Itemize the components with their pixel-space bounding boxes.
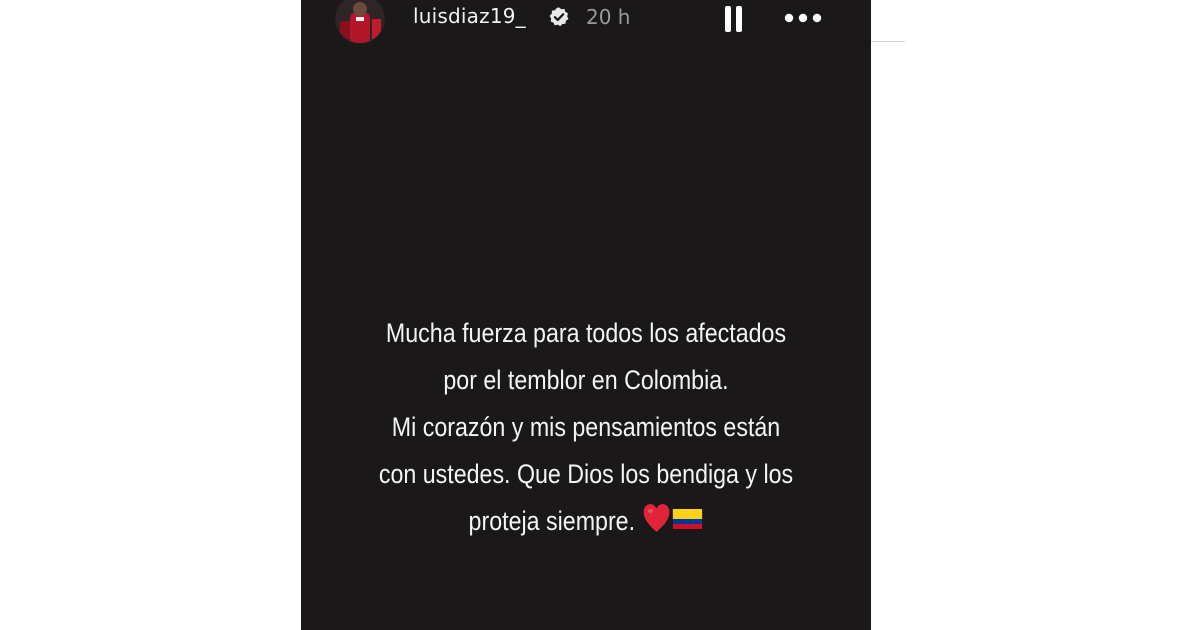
story-message: Mucha fuerza para todos los afectados po… bbox=[341, 310, 831, 545]
more-options-button[interactable] bbox=[781, 4, 827, 32]
page: luisdiaz19_ 20 h Mucha fuerza para todos… bbox=[0, 0, 1200, 630]
story-text-line: proteja siempre. bbox=[468, 506, 636, 536]
avatar-image bbox=[336, 0, 384, 43]
story-text-line: por el temblor en Colombia. bbox=[443, 365, 729, 395]
post-time: 20 h bbox=[586, 5, 631, 29]
story-text-last-line: proteja siempre. bbox=[341, 498, 831, 545]
story-header: luisdiaz19_ 20 h bbox=[301, 0, 871, 44]
story-viewer[interactable]: luisdiaz19_ 20 h Mucha fuerza para todos… bbox=[301, 0, 871, 630]
profile-avatar[interactable] bbox=[335, 0, 385, 44]
story-text-line: Mucha fuerza para todos los afectados bbox=[385, 318, 787, 348]
red-heart-emoji bbox=[643, 504, 670, 532]
colombia-flag-emoji bbox=[672, 509, 702, 529]
pause-button[interactable] bbox=[719, 4, 749, 34]
pause-icon bbox=[725, 6, 742, 32]
verified-badge-icon bbox=[549, 7, 569, 27]
more-options-icon bbox=[784, 13, 822, 23]
divider-line bbox=[871, 41, 905, 42]
username[interactable]: luisdiaz19_ bbox=[413, 4, 526, 28]
story-text-line: Mi corazón y mis pensamientos están bbox=[391, 412, 781, 442]
story-text-line: con ustedes. Que Dios los bendiga y los bbox=[378, 459, 794, 489]
